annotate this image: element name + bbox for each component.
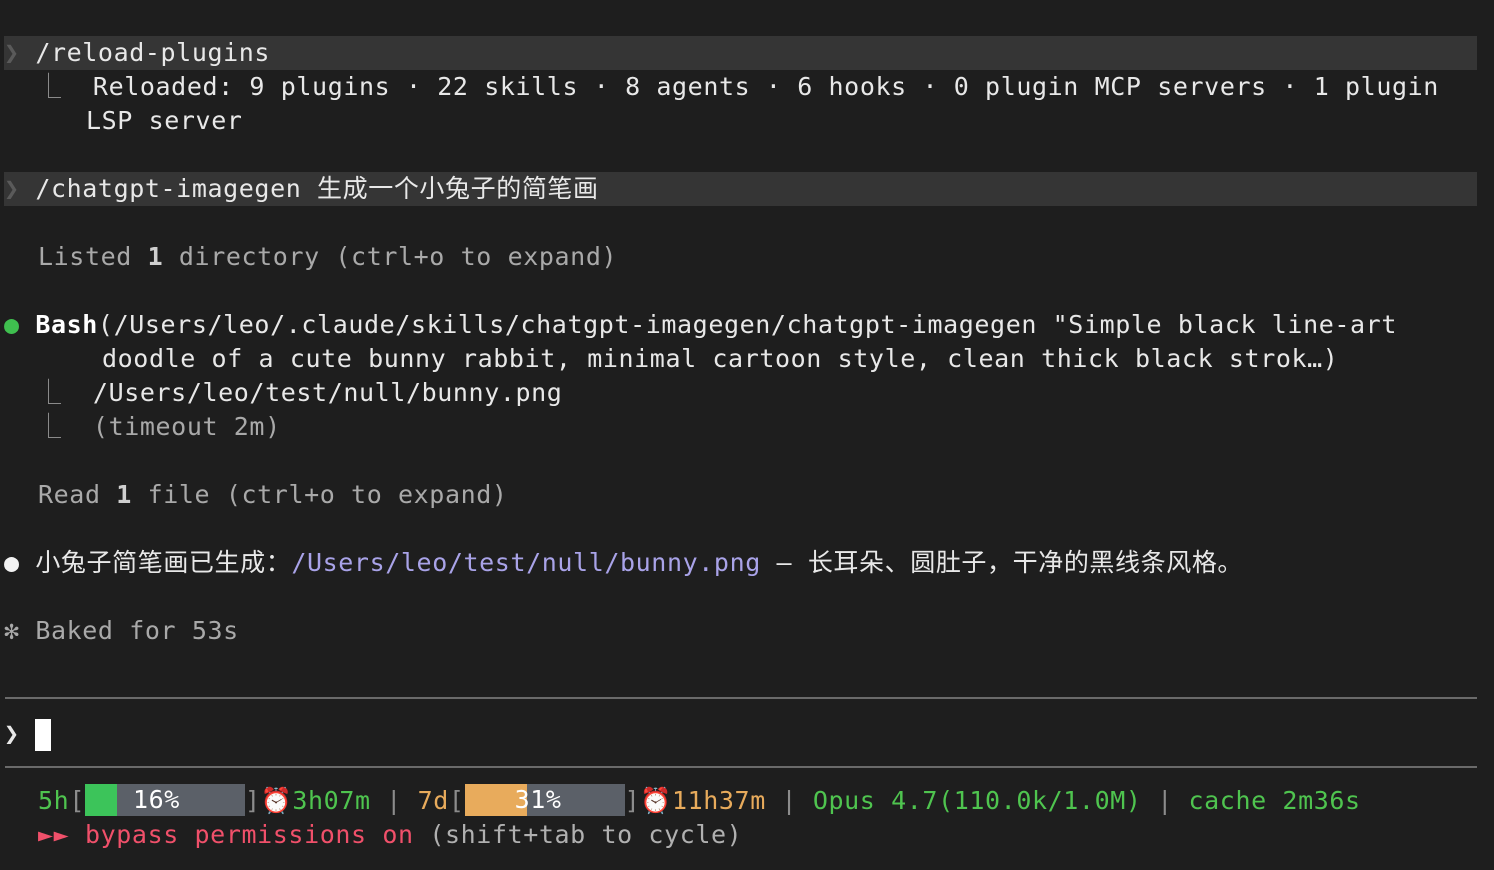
model-name: Opus 4.7 [812,786,939,815]
listed-count: 1 [147,242,164,271]
reply-text-before: 小兔子简笔画已生成： [35,548,292,577]
tool-output-row: ⎿ /Users/leo/test/null/bunny.png [36,376,562,410]
reply-dot-icon: ● [4,548,20,577]
seven-day-label: 7d [417,786,449,815]
cache-label: cache [1188,786,1267,815]
permission-mode-line[interactable]: ►► bypass permissions on (shift+tab to c… [38,818,742,852]
separator: | [386,786,402,815]
reload-result-line: Reloaded: 9 plugins · 22 skills · 8 agen… [92,72,1439,101]
tool-args-continued: doodle of a cute bunny rabbit, minimal c… [102,344,1339,373]
permission-mode-label: bypass permissions on [84,820,414,849]
cache-value: 2m36s [1282,786,1361,815]
prompt-input[interactable]: ❯ [4,716,52,752]
prompt-chevron-icon: ❯ [4,38,20,67]
status-line: ✻ Baked for 53s [4,614,239,648]
tool-args: (/Users/leo/.claude/skills/chatgpt-image… [97,310,1397,339]
success-dot-icon: ● [4,310,20,339]
command-row: ❯ /chatgpt-imagegen 生成一个小兔子的简笔画 [4,172,599,206]
command-row: ❯ /reload-plugins [4,36,270,70]
input-chevron-icon: ❯ [4,719,20,748]
bunny-image-link[interactable]: /Users/leo/test/null/bunny.png [291,548,761,577]
alarm-clock-icon: ⏰ [260,786,293,815]
tool-output-row: ⎿ (timeout 2m) [36,410,281,444]
text-cursor [35,719,52,751]
listed-hint: directory (ctrl+o to expand) [178,242,618,271]
prompt-chevron-icon: ❯ [4,174,20,203]
seven-day-usage-bar: 31% [464,784,625,816]
result-corner-icon: ⎿ [36,378,62,407]
five-hour-percent: 16% [132,785,180,814]
command-text: /reload-plugins [35,38,271,67]
status-text: Baked for 53s [35,616,239,645]
assistant-reply: ● 小兔子简笔画已生成：/Users/leo/test/null/bunny.p… [4,546,1243,580]
input-top-border [5,697,1477,699]
input-bottom-border [5,766,1477,768]
result-row: ⎿ Reloaded: 9 plugins · 22 skills · 8 ag… [36,70,1439,104]
read-word: Read [38,480,101,509]
separator: | [781,786,798,815]
listed-word: Listed [38,242,132,271]
bash-tool-call: ● Bash(/Users/leo/.claude/skills/chatgpt… [4,308,1397,342]
command-text: /chatgpt-imagegen 生成一个小兔子的简笔画 [35,174,599,203]
read-count: 1 [116,480,132,509]
tool-timeout: (timeout 2m) [92,412,281,441]
five-hour-reset: 3h07m [292,786,371,815]
context-usage: (110.0k/1.0M) [938,786,1142,815]
result-corner-icon: ⎿ [36,72,62,101]
seven-day-reset: 11h37m [671,786,766,815]
mode-cycle-hint: (shift+tab to cycle) [429,820,743,849]
tool-name: Bash [35,310,98,339]
fast-forward-icon: ►► [38,820,70,849]
alarm-clock-icon: ⏰ [640,786,672,815]
tool-output-path: /Users/leo/test/null/bunny.png [92,378,563,407]
read-hint: file (ctrl+o to expand) [147,480,508,509]
five-hour-usage-bar: 16% [84,784,245,816]
asterisk-spinner-icon: ✻ [4,616,20,645]
usage-statusline: 5h[16%]⏰3h07m | 7d[31%]⏰11h37m | Opus 4.… [38,784,1361,818]
result-corner-icon: ⎿ [36,412,62,441]
separator: | [1157,786,1173,815]
reload-result-line-continued: LSP server [86,106,243,135]
listed-directory-summary[interactable]: Listed 1 directory (ctrl+o to expand) [38,240,617,274]
read-file-summary[interactable]: Read 1 file (ctrl+o to expand) [38,478,508,512]
five-hour-label: 5h [38,786,70,815]
seven-day-percent: 31% [514,785,562,814]
reply-text-after: — 长耳朵、圆肚子，干净的黑线条风格。 [760,548,1244,577]
